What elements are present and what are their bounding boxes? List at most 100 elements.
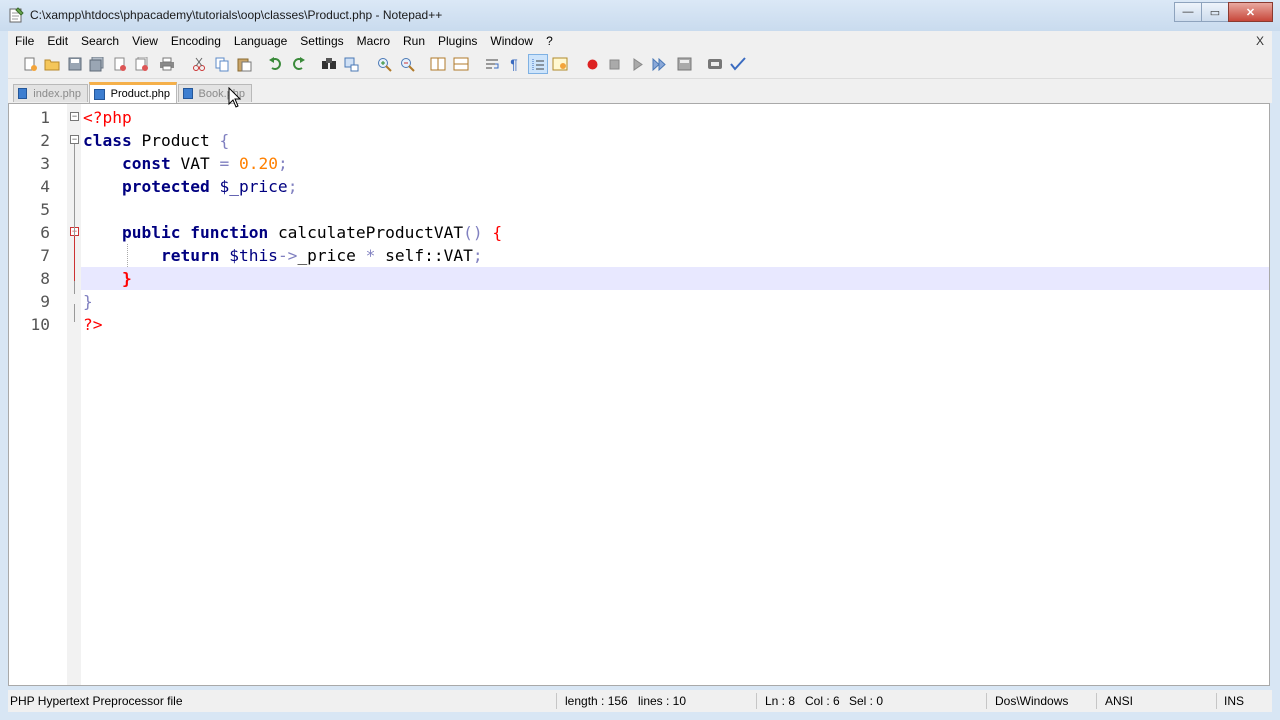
record-macro-icon[interactable] [584, 56, 600, 72]
keyword: const [121, 154, 171, 173]
code-editor[interactable]: − − − 1 <?php 2 class Product { 3 const … [8, 103, 1270, 686]
menu-bar: File Edit Search View Encoding Language … [8, 31, 1272, 51]
tab-bar: index.php Product.php Book.php [8, 79, 1272, 103]
save-macro-icon[interactable] [676, 56, 692, 72]
sync-horizontal-icon[interactable] [453, 56, 469, 72]
title-bar[interactable]: C:\xampp\htdocs\phpacademy\tutorials\oop… [0, 0, 1280, 31]
menu-file[interactable]: File [8, 34, 40, 48]
method-name: calculateProductVAT [277, 223, 464, 242]
semicolon: ; [472, 246, 483, 265]
menu-window[interactable]: Window [483, 34, 539, 48]
document-map-icon[interactable] [707, 56, 723, 72]
status-divider [756, 693, 757, 709]
user-defined-language-icon[interactable] [552, 56, 568, 72]
const-name: VAT [180, 154, 210, 173]
show-all-characters-icon[interactable]: ¶ [506, 56, 522, 72]
keyword: protected [121, 177, 210, 196]
status-eol-format: Dos\Windows [995, 694, 1069, 708]
code-line: 8 } [9, 267, 1269, 290]
close-document-button[interactable]: X [1256, 34, 1264, 48]
status-file-type: PHP Hypertext Preprocessor file [10, 694, 183, 708]
code-line: 3 const VAT = 0.20; [9, 152, 1269, 175]
undo-icon[interactable] [267, 56, 283, 72]
status-column: Col : 6 [805, 694, 840, 708]
paste-icon[interactable] [236, 56, 252, 72]
line-number: 7 [40, 246, 50, 265]
status-divider [556, 693, 557, 709]
tab-product-php[interactable]: Product.php [89, 82, 177, 103]
code-line: 5 [9, 198, 1269, 221]
variable: $this [229, 246, 278, 265]
print-icon[interactable] [159, 56, 175, 72]
close-window-button[interactable]: ✕ [1228, 2, 1273, 22]
new-file-icon[interactable] [22, 56, 38, 72]
spellcheck-icon[interactable] [730, 56, 746, 72]
menu-run[interactable]: Run [396, 34, 431, 48]
redo-icon[interactable] [290, 56, 306, 72]
code-line: 7 return $this->_price * self::VAT; [9, 244, 1269, 267]
menu-help[interactable]: ? [539, 34, 559, 48]
indent-guide-icon[interactable] [528, 54, 548, 74]
static-ref: self::VAT [385, 246, 473, 265]
brace: } [121, 269, 132, 288]
zoom-out-icon[interactable] [399, 56, 415, 72]
status-line-number: Ln : 8 [765, 694, 796, 708]
brace: { [492, 223, 503, 242]
code-line: 9 } [9, 290, 1269, 313]
php-close-tag: ?> [83, 315, 103, 334]
find-icon[interactable] [321, 56, 337, 72]
php-file-icon [94, 88, 105, 100]
number: 0.20 [238, 154, 278, 173]
save-all-icon[interactable] [89, 56, 105, 72]
line-number: 4 [40, 177, 50, 196]
php-file-icon [183, 88, 193, 99]
status-lines: lines : 10 [638, 694, 687, 708]
keyword: public [121, 223, 181, 242]
status-bar: PHP Hypertext Preprocessor file length :… [8, 690, 1272, 712]
word-wrap-icon[interactable] [484, 56, 500, 72]
status-insert-mode: INS [1224, 694, 1245, 708]
save-icon[interactable] [67, 56, 83, 72]
php-file-icon [18, 88, 28, 99]
menu-language[interactable]: Language [227, 34, 293, 48]
window-controls: — ▭ ✕ [1174, 2, 1273, 22]
tab-index-php[interactable]: index.php [13, 84, 88, 102]
run-macro-multiple-icon[interactable] [652, 56, 668, 72]
close-all-icon[interactable] [134, 56, 150, 72]
variable: $_price [219, 177, 288, 196]
keyword: class [83, 131, 132, 150]
property: _price [297, 246, 356, 265]
copy-icon[interactable] [214, 56, 230, 72]
semicolon: ; [277, 154, 288, 173]
code-line: 4 protected $_price; [9, 175, 1269, 198]
notepad-app-icon [9, 7, 24, 23]
line-number: 10 [30, 315, 51, 334]
menu-settings[interactable]: Settings [293, 34, 349, 48]
menu-view[interactable]: View [125, 34, 164, 48]
menu-encoding[interactable]: Encoding [164, 34, 227, 48]
close-icon[interactable] [112, 56, 128, 72]
cut-icon[interactable] [191, 56, 207, 72]
line-number: 6 [40, 223, 50, 242]
open-file-icon[interactable] [44, 56, 60, 72]
zoom-in-icon[interactable] [376, 56, 392, 72]
code-line: 10 ?> [9, 313, 1269, 336]
sync-vertical-icon[interactable] [430, 56, 446, 72]
replace-icon[interactable] [344, 56, 360, 72]
line-number: 8 [40, 269, 50, 288]
status-divider [1096, 693, 1097, 709]
menu-plugins[interactable]: Plugins [431, 34, 483, 48]
minimize-button[interactable]: — [1174, 2, 1202, 22]
menu-macro[interactable]: Macro [350, 34, 396, 48]
status-divider [986, 693, 987, 709]
operator: -> [277, 246, 298, 265]
stop-macro-icon[interactable] [606, 56, 622, 72]
maximize-button[interactable]: ▭ [1201, 2, 1229, 22]
menu-edit[interactable]: Edit [40, 34, 74, 48]
line-number: 3 [40, 154, 50, 173]
status-length: length : 156 [565, 694, 628, 708]
parentheses: () [463, 223, 483, 242]
play-macro-icon[interactable] [629, 56, 645, 72]
menu-search[interactable]: Search [74, 34, 125, 48]
brace: { [219, 131, 230, 150]
